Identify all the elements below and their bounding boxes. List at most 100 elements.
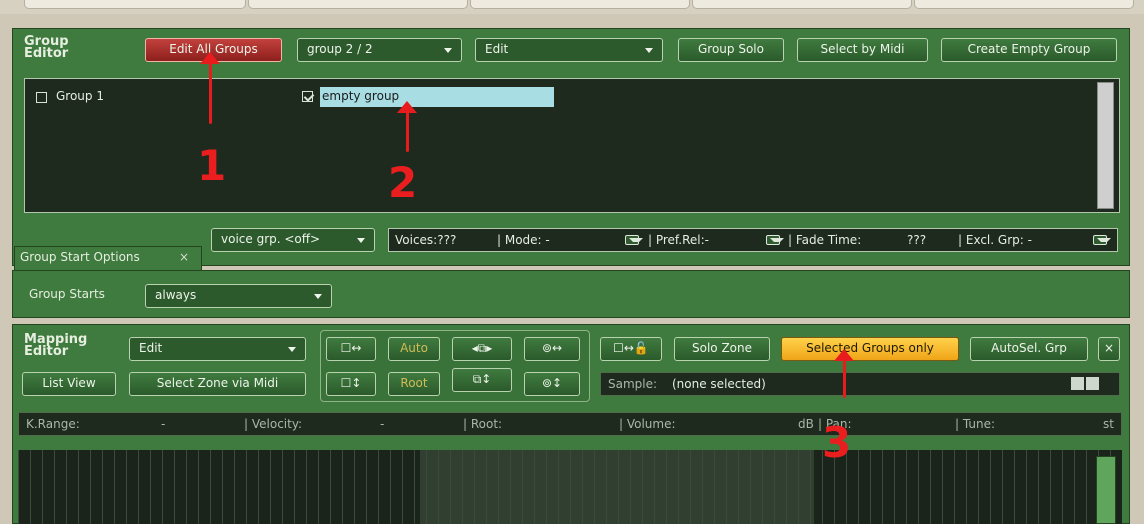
empty-group-checkbox[interactable] <box>302 91 313 102</box>
velocity-width-icon[interactable]: ⊚↔ <box>524 337 580 361</box>
grid-line <box>462 450 463 524</box>
mode-readout: | Mode: - <box>497 233 550 247</box>
grid-line <box>810 450 811 524</box>
grid-line <box>354 450 355 524</box>
close-icon[interactable]: × <box>179 250 189 264</box>
group-solo-button[interactable]: Group Solo <box>678 38 784 62</box>
grid-line <box>954 450 955 524</box>
grid-line <box>618 450 619 524</box>
grid-line <box>690 450 691 524</box>
solo-zone-button[interactable]: Solo Zone <box>674 337 770 361</box>
grid-line <box>330 450 331 524</box>
pref-rel-readout: | Pref.Rel:- <box>648 233 709 247</box>
grid-line <box>282 450 283 524</box>
empty-group-label[interactable]: empty group <box>322 89 399 103</box>
grid-line <box>1038 450 1039 524</box>
grid-line <box>762 450 763 524</box>
grid-line <box>414 450 415 524</box>
grid-line <box>738 450 739 524</box>
grid-line <box>714 450 715 524</box>
grid-line <box>114 450 115 524</box>
mapping-grid[interactable] <box>18 450 1122 524</box>
grid-line <box>486 450 487 524</box>
grid-line <box>342 450 343 524</box>
grid-line <box>894 450 895 524</box>
annotation-number-3: 3 <box>822 418 852 467</box>
grid-line <box>882 450 883 524</box>
mapping-editor-title: Mapping Editor <box>24 332 88 359</box>
velocity-height-icon[interactable]: ⊚↕ <box>524 372 580 396</box>
grid-line <box>798 450 799 524</box>
grid-line <box>966 450 967 524</box>
group-select-dropdown[interactable]: group 2 / 2 <box>297 38 462 62</box>
select-zone-via-midi-button[interactable]: Select Zone via Midi <box>129 372 306 396</box>
sample-label: Sample: <box>608 377 658 391</box>
grid-line <box>270 450 271 524</box>
top-tab[interactable] <box>24 0 246 9</box>
root-button[interactable]: Root <box>388 372 440 396</box>
fade-time-value[interactable]: ??? <box>907 233 926 247</box>
grid-line <box>450 450 451 524</box>
group-start-options-label: Group Start Options <box>20 250 140 264</box>
volume-unit: dB <box>798 417 814 431</box>
group-starts-dropdown[interactable]: always <box>145 284 332 308</box>
group-list <box>24 78 1120 213</box>
krange-label: K.Range: <box>26 417 80 431</box>
grid-line <box>906 450 907 524</box>
group-1-checkbox[interactable] <box>36 92 47 103</box>
top-tab[interactable] <box>692 0 912 9</box>
voice-group-dropdown[interactable]: voice grp. <off> <box>211 228 375 252</box>
grid-line <box>1062 450 1063 524</box>
grid-line <box>234 450 235 524</box>
pref-rel-dropdown-icon[interactable] <box>766 235 784 245</box>
grid-line <box>30 450 31 524</box>
sample-prev-icon[interactable] <box>1071 377 1084 390</box>
grid-line <box>150 450 151 524</box>
krange-value[interactable]: - <box>161 417 165 431</box>
autosel-grp-button[interactable]: AutoSel. Grp <box>970 337 1088 361</box>
grid-line <box>702 450 703 524</box>
chevron-down-icon <box>288 347 296 352</box>
grid-line <box>438 450 439 524</box>
select-by-midi-button[interactable]: Select by Midi <box>797 38 928 62</box>
grid-line <box>318 450 319 524</box>
close-icon[interactable]: × <box>1098 337 1120 361</box>
grid-line <box>246 450 247 524</box>
grid-line <box>582 450 583 524</box>
sample-next-icon[interactable] <box>1086 377 1099 390</box>
grid-line <box>558 450 559 524</box>
grid-line <box>510 450 511 524</box>
grid-line <box>294 450 295 524</box>
mapping-grid-scrollbar[interactable] <box>1096 456 1116 524</box>
mapping-edit-menu[interactable]: Edit <box>129 337 306 361</box>
top-tab[interactable] <box>470 0 690 9</box>
excl-grp-dropdown-icon[interactable] <box>1093 235 1111 245</box>
group-list-scrollbar[interactable] <box>1097 82 1114 209</box>
group-1-label[interactable]: Group 1 <box>56 89 104 103</box>
group-edit-menu[interactable]: Edit <box>475 38 663 62</box>
grid-line <box>942 450 943 524</box>
list-view-button[interactable]: List View <box>22 372 116 396</box>
width-adjust-icon[interactable]: ☐↔ <box>326 337 376 361</box>
height-adjust-icon[interactable]: ☐↕ <box>326 372 376 396</box>
grid-line <box>678 450 679 524</box>
grid-line <box>174 450 175 524</box>
voices-readout: Voices:??? <box>395 233 457 247</box>
velocity-value[interactable]: - <box>380 417 384 431</box>
top-tab[interactable] <box>914 0 1134 9</box>
top-tab[interactable] <box>248 0 468 9</box>
selected-groups-only-button[interactable]: Selected Groups only <box>781 337 959 361</box>
sample-value: (none selected) <box>672 377 766 391</box>
mode-dropdown-icon[interactable] <box>625 235 643 245</box>
mapping-grid-highlight <box>420 450 814 524</box>
zone-move-icon[interactable]: ◂⧉▸ <box>452 337 512 361</box>
grid-line <box>666 450 667 524</box>
auto-button[interactable]: Auto <box>388 337 440 361</box>
grid-line <box>594 450 595 524</box>
grid-line <box>306 450 307 524</box>
zone-resize-icon[interactable]: ⧉↕ <box>452 368 512 392</box>
lock-zone-icon[interactable]: ☐↔🔓 <box>600 337 662 361</box>
grid-line <box>390 450 391 524</box>
grid-line <box>258 450 259 524</box>
create-empty-group-button[interactable]: Create Empty Group <box>941 38 1117 62</box>
